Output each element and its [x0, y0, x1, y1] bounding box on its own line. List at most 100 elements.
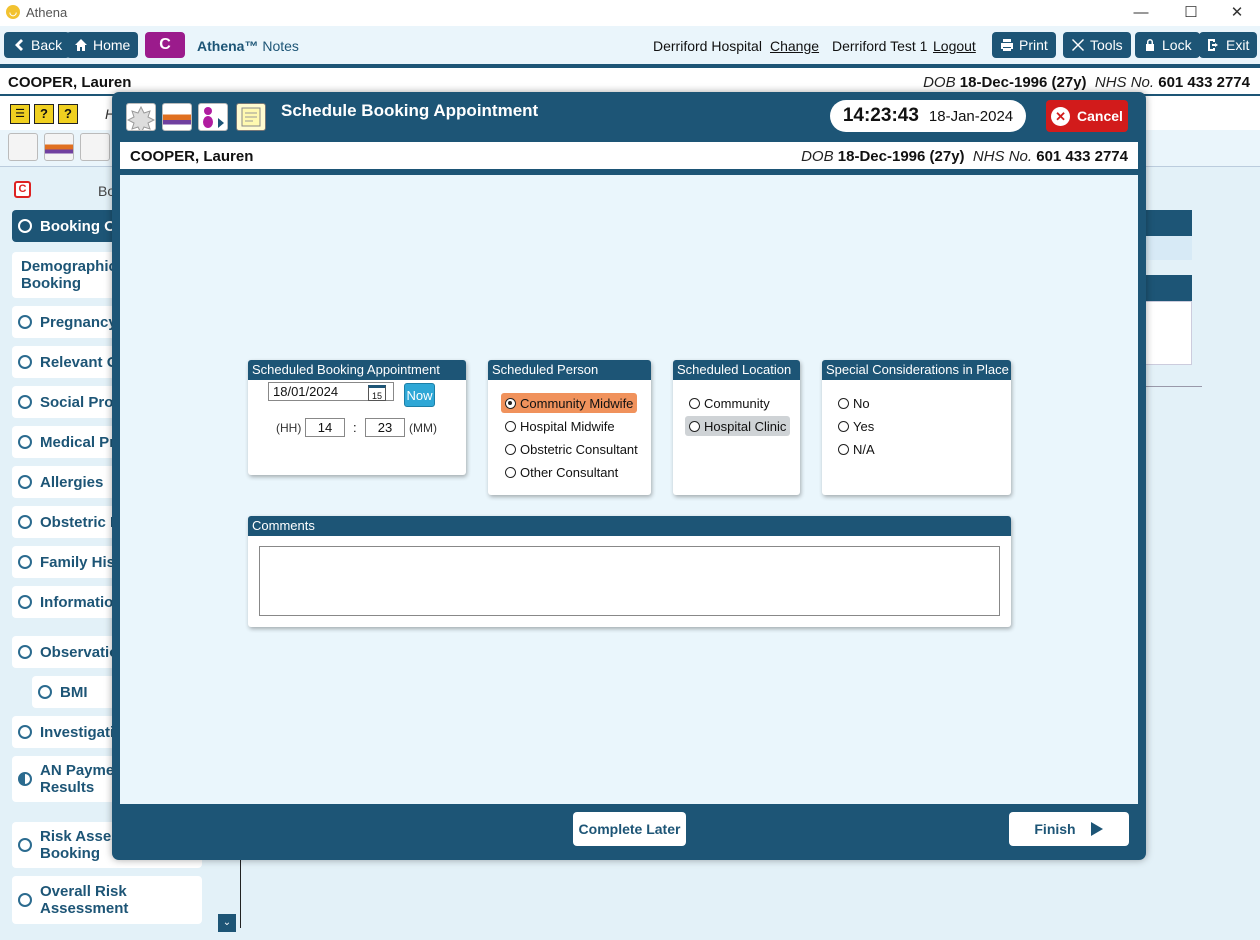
- right-panel-header-2: [1140, 275, 1192, 301]
- dialog-pregnancy-icon[interactable]: [198, 103, 228, 131]
- patient-name: COOPER, Lauren: [8, 74, 132, 91]
- help-alt-icon[interactable]: ?: [58, 104, 78, 124]
- complete-later-button[interactable]: Complete Later: [573, 812, 686, 846]
- lock-button[interactable]: Lock: [1135, 32, 1200, 58]
- logout-link[interactable]: Logout: [933, 38, 976, 54]
- content-divider: [240, 860, 241, 928]
- hospital-name: Derriford Hospital: [653, 38, 762, 54]
- right-panel-header: [1140, 210, 1192, 236]
- option-obstetric-consultant[interactable]: Obstetric Consultant: [501, 439, 642, 459]
- hour-input[interactable]: 14: [305, 418, 345, 437]
- dialog-patient-identifiers: DOB 18-Dec-1996 (27y) NHS No. 601 433 27…: [801, 148, 1128, 165]
- option-yes[interactable]: Yes: [834, 416, 878, 436]
- option-community-midwife[interactable]: Community Midwife: [501, 393, 638, 413]
- user-name: Derriford Test 1: [832, 38, 928, 54]
- home-icon: [75, 39, 87, 51]
- radio-icon: [838, 397, 849, 409]
- radio-icon: [689, 397, 700, 409]
- calendar-icon[interactable]: 15: [368, 385, 386, 401]
- radio-icon: [18, 645, 32, 659]
- tools-icon: [1072, 39, 1084, 51]
- option-no[interactable]: No: [834, 393, 874, 413]
- option-other-consultant[interactable]: Other Consultant: [501, 462, 622, 482]
- maximize-icon[interactable]: ☐: [1176, 2, 1206, 24]
- radio-icon: [18, 395, 32, 409]
- minute-input[interactable]: 23: [365, 418, 405, 437]
- clock-display: 14:23:43 18-Jan-2024: [830, 100, 1026, 132]
- option-hospital-clinic[interactable]: Hospital Clinic: [685, 416, 791, 436]
- window-titlebar: ◡ Athena — ☐ ✕: [0, 0, 1260, 26]
- dialog-alert-icon[interactable]: [126, 103, 156, 135]
- radio-icon: [689, 420, 700, 432]
- chevron-left-icon: [15, 39, 23, 51]
- special-considerations-card: Special Considerations in Place No Yes N…: [822, 360, 1011, 495]
- exit-button[interactable]: Exit: [1199, 32, 1258, 58]
- back-button[interactable]: Back: [4, 32, 71, 58]
- special-card-header: Special Considerations in Place: [822, 360, 1011, 380]
- dialog-notes-icon[interactable]: [236, 103, 266, 131]
- radio-icon: [38, 685, 52, 699]
- top-toolbar: Back Home C Athena™ Notes Derriford Hosp…: [0, 26, 1260, 64]
- radio-icon: [18, 435, 32, 449]
- home-button[interactable]: Home: [66, 32, 139, 58]
- radio-icon: [18, 893, 32, 907]
- half-radio-icon: [18, 772, 32, 786]
- location-card-header: Scheduled Location: [673, 360, 800, 380]
- play-arrow-icon: [1090, 822, 1103, 836]
- hh-label: (HH): [276, 421, 302, 435]
- print-button[interactable]: Print: [992, 32, 1056, 58]
- lock-icon: [1146, 39, 1154, 51]
- schedule-booking-dialog: Schedule Booking Appointment 14:23:43 18…: [112, 92, 1146, 860]
- help-icon[interactable]: ?: [34, 104, 54, 124]
- radio-checked-icon: [505, 397, 516, 409]
- close-icon[interactable]: ✕: [1222, 2, 1252, 24]
- clock-time: 14:23:43: [842, 105, 919, 126]
- comments-textarea[interactable]: [259, 546, 1000, 616]
- cancel-x-icon: ✕: [1051, 106, 1071, 126]
- radio-icon: [18, 315, 32, 329]
- change-hospital-link[interactable]: Change: [770, 38, 819, 54]
- option-community[interactable]: Community: [685, 393, 774, 413]
- appointment-card: Scheduled Booking Appointment 18/01/2024…: [248, 360, 466, 475]
- radio-icon: [18, 355, 32, 369]
- help-list-icon[interactable]: ☰: [10, 104, 30, 124]
- radio-icon: [505, 443, 516, 455]
- window-title: Athena: [26, 5, 68, 20]
- radio-icon: [838, 443, 849, 455]
- sidebar-item-overall-risk[interactable]: Overall Risk Assessment: [12, 876, 202, 924]
- option-hospital-midwife[interactable]: Hospital Midwife: [501, 416, 619, 436]
- tools-button[interactable]: Tools: [1063, 32, 1131, 58]
- scroll-down-icon[interactable]: ⌄: [218, 914, 236, 932]
- person-card: Scheduled Person Community Midwife Hospi…: [488, 360, 651, 495]
- dialog-title: Schedule Booking Appointment: [281, 101, 539, 120]
- right-panel-body: [1140, 301, 1192, 365]
- option-na[interactable]: N/A: [834, 439, 879, 459]
- clock-date: 18-Jan-2024: [928, 107, 1014, 125]
- now-button[interactable]: Now: [404, 383, 435, 407]
- medication-icon[interactable]: [44, 133, 74, 161]
- location-card: Scheduled Location Community Hospital Cl…: [673, 360, 800, 495]
- comments-card: Comments: [248, 516, 1011, 627]
- radio-icon: [18, 515, 32, 529]
- right-panel-row: [1140, 236, 1192, 260]
- radio-icon: [505, 466, 516, 478]
- athena-logo-icon: ◡: [6, 5, 20, 19]
- printer-icon: [1001, 39, 1013, 51]
- pregnancy-icon[interactable]: [80, 133, 110, 161]
- radio-icon: [18, 838, 32, 852]
- c-button[interactable]: C: [145, 32, 185, 58]
- appointment-card-header: Scheduled Booking Appointment: [248, 360, 466, 380]
- radio-icon: [18, 725, 32, 739]
- dialog-body: Scheduled Booking Appointment 18/01/2024…: [120, 175, 1138, 804]
- mm-label: (MM): [409, 421, 437, 435]
- time-colon: :: [353, 420, 357, 435]
- alert-icon[interactable]: [8, 133, 38, 161]
- minimize-icon[interactable]: —: [1126, 2, 1156, 24]
- dialog-medication-icon[interactable]: [162, 103, 192, 131]
- radio-icon: [18, 219, 32, 233]
- finish-button[interactable]: Finish: [1009, 812, 1129, 846]
- radio-icon: [18, 555, 32, 569]
- radio-icon: [505, 420, 516, 432]
- exit-icon: [1208, 39, 1218, 51]
- cancel-button[interactable]: ✕ Cancel: [1046, 100, 1128, 132]
